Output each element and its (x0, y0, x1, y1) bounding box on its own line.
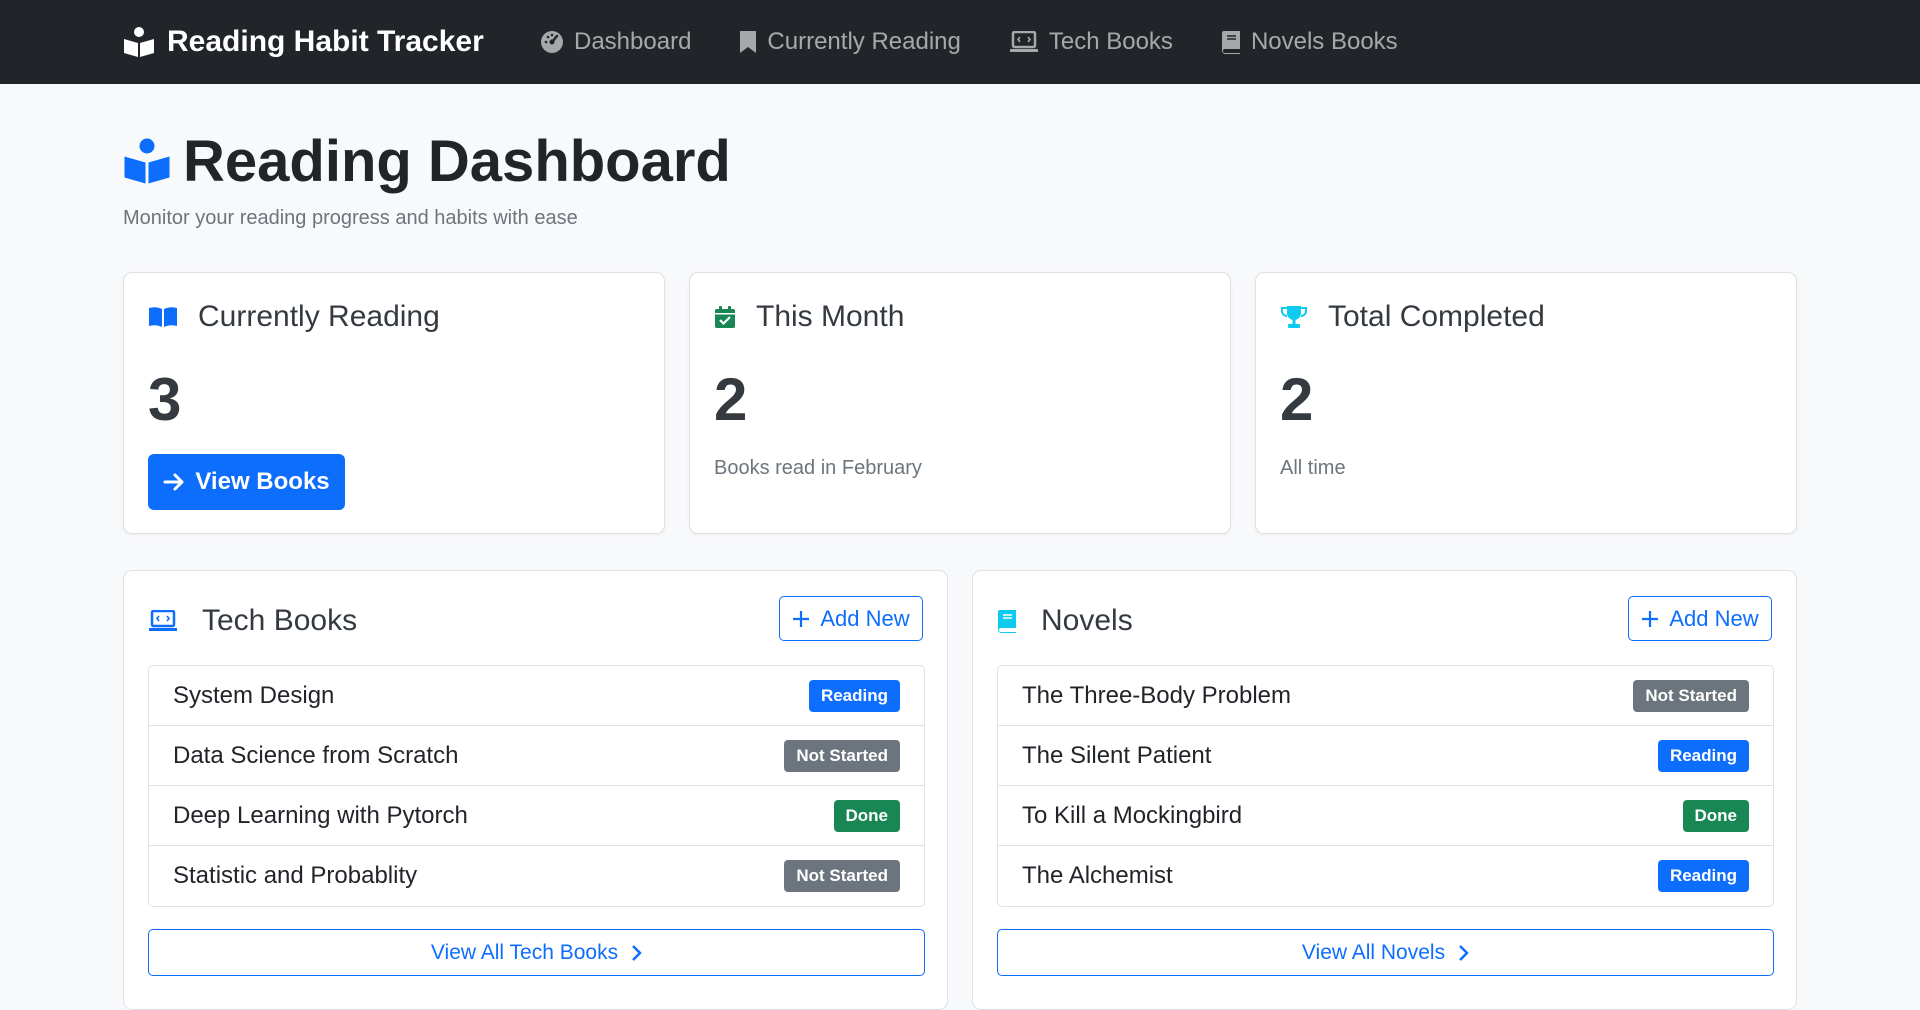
stat-value: 3 (148, 366, 182, 433)
list-item[interactable]: System Design Reading (149, 666, 924, 726)
nav-label: Currently Reading (767, 28, 961, 55)
panel-title: Novels (1041, 604, 1133, 637)
novels-panel: Novels Add New The Three-Body Problem No… (972, 570, 1797, 1010)
list-item[interactable]: The Silent Patient Reading (998, 726, 1773, 786)
book-icon (1221, 31, 1240, 54)
list-item[interactable]: The Alchemist Reading (998, 846, 1773, 906)
add-novel-button[interactable]: Add New (1628, 596, 1772, 641)
bookmark-icon (740, 31, 757, 53)
book-reader-icon (124, 27, 154, 57)
book-open-icon (149, 307, 177, 327)
book-icon (997, 610, 1016, 633)
add-label: Add New (1669, 605, 1759, 631)
stat-title: Total Completed (1328, 300, 1545, 333)
tech-book-list: System Design Reading Data Science from … (148, 665, 925, 907)
brand[interactable]: Reading Habit Tracker (123, 0, 484, 84)
status-badge: Not Started (1633, 679, 1749, 712)
nav-label: Tech Books (1048, 28, 1173, 55)
status-badge: Reading (1657, 739, 1749, 772)
brand-label: Reading Habit Tracker (167, 25, 484, 58)
stat-caption: Books read in February (714, 457, 922, 479)
book-title: The Silent Patient (1022, 741, 1212, 769)
add-label: Add New (820, 605, 910, 631)
view-all-label: View All Novels (1301, 940, 1446, 964)
plus-icon (1642, 610, 1659, 627)
laptop-code-icon (1009, 31, 1038, 52)
calendar-check-icon (715, 306, 735, 328)
book-title: System Design (173, 681, 335, 709)
nav-item-currently-reading[interactable]: Currently Reading (739, 28, 961, 56)
book-title: The Three-Body Problem (1022, 681, 1292, 709)
trophy-icon (1281, 306, 1307, 328)
panel-title: Tech Books (202, 604, 358, 637)
book-reader-icon (124, 138, 170, 184)
navbar: Reading Habit Tracker Dashboard Currentl… (0, 0, 1920, 84)
chevron-right-icon (1459, 944, 1469, 961)
novel-list: The Three-Body Problem Not Started The S… (997, 665, 1774, 907)
book-title: To Kill a Mockingbird (1022, 801, 1243, 829)
page-subtitle: Monitor your reading progress and habits… (123, 207, 578, 229)
status-badge: Reading (808, 679, 900, 712)
nav-item-novels-books[interactable]: Novels Books (1221, 28, 1398, 56)
stat-value: 2 (1280, 366, 1314, 433)
list-item[interactable]: Data Science from Scratch Not Started (149, 726, 924, 786)
stat-title: This Month (756, 300, 905, 333)
status-badge: Not Started (784, 739, 900, 772)
list-item[interactable]: The Three-Body Problem Not Started (998, 666, 1773, 726)
page-title: Reading Dashboard (123, 126, 731, 196)
list-item[interactable]: To Kill a Mockingbird Done (998, 786, 1773, 846)
nav-label: Dashboard (574, 28, 692, 55)
chevron-right-icon (632, 944, 642, 961)
list-item[interactable]: Deep Learning with Pytorch Done (149, 786, 924, 846)
gauge-icon (541, 31, 563, 53)
plus-icon (793, 610, 810, 627)
view-all-novels-button[interactable]: View All Novels (997, 929, 1774, 976)
stat-card-currently-reading: Currently Reading 3 View Books (123, 272, 665, 534)
view-books-label: View Books (195, 468, 330, 495)
page-title-text: Reading Dashboard (183, 128, 731, 194)
view-all-tech-books-button[interactable]: View All Tech Books (148, 929, 925, 976)
list-item[interactable]: Statistic and Probablity Not Started (149, 846, 924, 906)
tech-books-panel: Tech Books Add New System Design Reading… (123, 570, 948, 1010)
book-title: Statistic and Probablity (173, 862, 418, 889)
status-badge: Reading (1657, 860, 1749, 892)
nav-label: Novels Books (1250, 28, 1398, 55)
view-books-button[interactable]: View Books (148, 454, 345, 510)
status-badge: Done (833, 799, 900, 832)
book-title: Data Science from Scratch (173, 741, 459, 769)
book-title: The Alchemist (1022, 862, 1173, 889)
stat-card-total-completed: Total Completed 2 All time (1255, 272, 1797, 534)
stat-title: Currently Reading (198, 300, 440, 333)
arrow-right-icon (163, 473, 184, 491)
stat-caption: All time (1280, 457, 1346, 479)
laptop-code-icon (149, 610, 177, 631)
nav-item-dashboard[interactable]: Dashboard (540, 28, 691, 56)
stat-card-this-month: This Month 2 Books read in February (689, 272, 1231, 534)
status-badge: Not Started (784, 860, 900, 892)
status-badge: Done (1682, 799, 1749, 832)
stat-value: 2 (714, 366, 748, 433)
add-tech-book-button[interactable]: Add New (779, 596, 923, 641)
book-title: Deep Learning with Pytorch (173, 801, 468, 829)
nav-item-tech-books[interactable]: Tech Books (1009, 28, 1173, 56)
view-all-label: View All Tech Books (430, 940, 619, 964)
